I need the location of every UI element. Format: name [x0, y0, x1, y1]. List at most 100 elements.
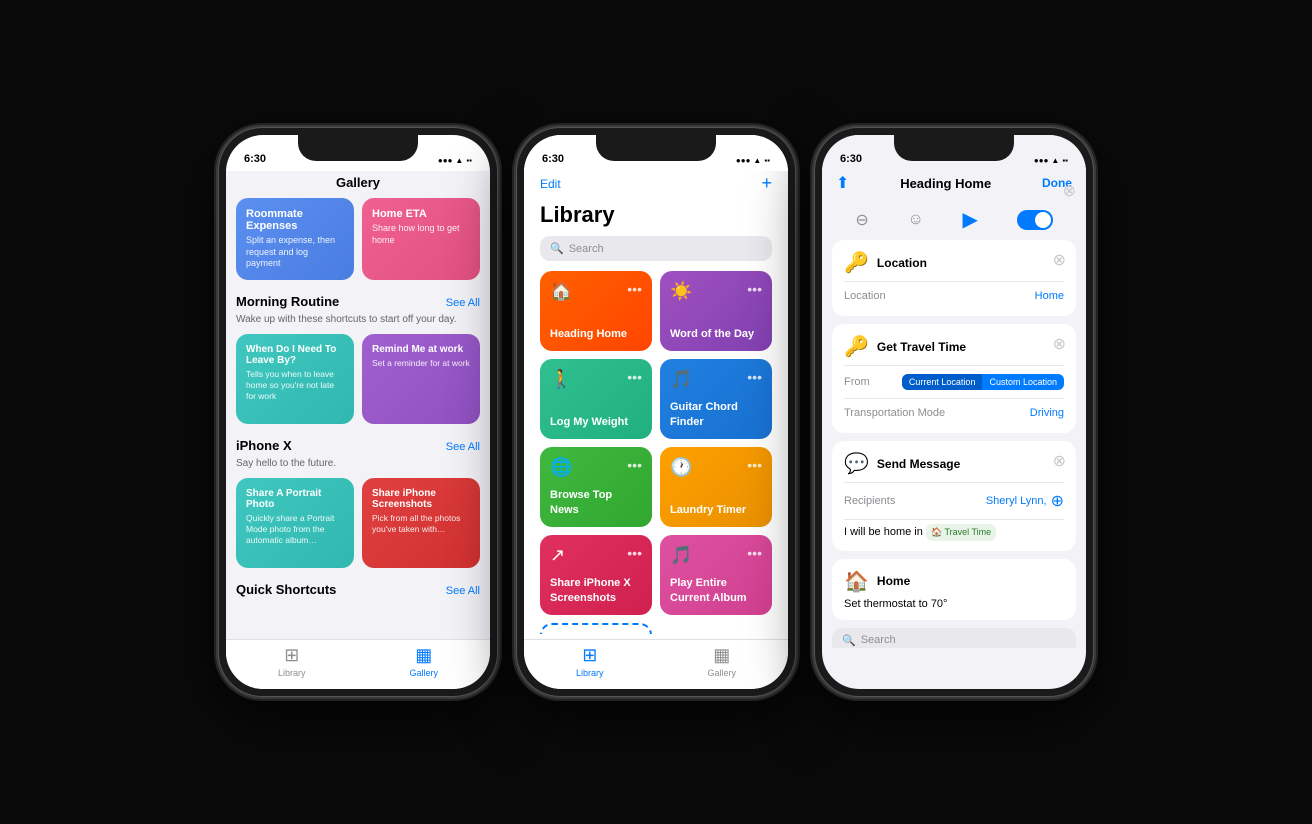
grid-card-guitar-top: 🎵 •••: [670, 369, 762, 390]
grid-card-album[interactable]: 🎵 ••• Play Entire Current Album: [660, 535, 772, 615]
phone3-screen: ⬆ Heading Home Done ⊖ ☺ ▶ 🔑 Location: [822, 171, 1086, 689]
home-action-title: Home: [877, 574, 910, 588]
status-time-2: 6:30: [542, 153, 564, 165]
library-grid: 🏠 ••• Heading Home ☀️ ••• Word of the Da…: [524, 271, 788, 634]
status-icons-1: ●●● ▲ ▪▪: [438, 156, 472, 165]
add-recipient-button[interactable]: ⊕: [1051, 491, 1064, 511]
location-value[interactable]: Home: [1035, 290, 1064, 302]
grid-card-word-of-day[interactable]: ☀️ ••• Word of the Day: [660, 271, 772, 351]
library-title: Library: [524, 202, 788, 236]
smiley-button[interactable]: ☺: [907, 211, 923, 229]
tab-library-1[interactable]: ⊞ Library: [278, 645, 306, 678]
gallery-tab-icon-2: ▦: [713, 645, 730, 666]
gallery-header: Gallery: [226, 171, 490, 198]
grid-card-news[interactable]: 🌐 ••• Browse Top News: [540, 447, 652, 527]
detail-scroll[interactable]: 🔑 Location ⊗ Location Home 🔑: [822, 240, 1086, 648]
grid-card-share-screenshots[interactable]: ↗ ••• Share iPhone X Screenshots: [540, 535, 652, 615]
hero-card-roommate-desc: Split an expense, then request and log p…: [246, 235, 344, 270]
library-search[interactable]: 🔍 Search: [540, 236, 772, 261]
transport-label: Transportation Mode: [844, 407, 945, 419]
grid-card-guitar[interactable]: 🎵 ••• Guitar Chord Finder: [660, 359, 772, 439]
message-action-card: 💬 Send Message ⊗ Recipients Sheryl Lynn,…: [832, 441, 1076, 551]
divider-travel-1: [844, 365, 1064, 366]
location-close-button[interactable]: ⊗: [1053, 250, 1066, 270]
portrait-card-desc: Quickly share a Portrait Mode photo from…: [246, 513, 344, 546]
status-icons-2: ●●● ▲ ▪▪: [736, 156, 770, 165]
grid-card-heading-home[interactable]: 🏠 ••• Heading Home: [540, 271, 652, 351]
share-screenshots-title: Share iPhone X Screenshots: [550, 576, 642, 605]
grid-card-laundry[interactable]: 🕐 ••• Laundry Timer: [660, 447, 772, 527]
recipients-value-container: Sheryl Lynn, ⊕: [986, 491, 1064, 511]
search-icon-3: 🔍: [842, 634, 856, 647]
current-location-btn[interactable]: Current Location: [902, 374, 983, 390]
minus-button[interactable]: ⊖: [855, 210, 868, 230]
share-icon: ↗: [550, 545, 565, 566]
heading-home-title: Heading Home: [550, 327, 642, 341]
laundry-dots[interactable]: •••: [747, 457, 762, 473]
screenshots-card[interactable]: Share iPhone Screenshots Pick from all t…: [362, 478, 480, 568]
recipients-label: Recipients: [844, 495, 895, 507]
library-tab-icon-2: ⊞: [582, 645, 597, 666]
notch2: [596, 135, 716, 161]
gallery-scroll[interactable]: Roommate Expenses Split an expense, then…: [226, 198, 490, 666]
album-icon: 🎵: [670, 545, 692, 566]
morning-routine-header: Morning Routine See All: [236, 294, 480, 309]
guitar-title: Guitar Chord Finder: [670, 400, 762, 429]
signal-icon-2: ●●●: [736, 156, 751, 165]
laundry-icon: 🕐: [670, 457, 692, 478]
play-button[interactable]: ▶: [963, 207, 978, 232]
message-action-icon: 💬: [844, 451, 869, 476]
remind-card[interactable]: Remind Me at work Set a reminder for at …: [362, 334, 480, 424]
iphonex-see-all[interactable]: See All: [446, 441, 480, 453]
share-button[interactable]: ⬆: [836, 173, 849, 193]
phone1-tab-bar: ⊞ Library ▦ Gallery: [226, 639, 490, 689]
recipients-row: Recipients Sheryl Lynn, ⊕: [844, 487, 1064, 515]
travel-time-badge: 🏠 Travel Time: [926, 524, 996, 541]
detail-title: Heading Home: [900, 176, 991, 191]
divider-msg-1: [844, 482, 1064, 483]
library-tab-label-1: Library: [278, 668, 306, 678]
from-row: From Current Location Custom Location: [844, 370, 1064, 394]
weight-dots[interactable]: •••: [627, 369, 642, 385]
location-action-card: 🔑 Location ⊗ Location Home: [832, 240, 1076, 316]
battery-icon-2: ▪▪: [764, 156, 770, 165]
create-shortcut-card[interactable]: Create Shortcut +: [540, 623, 652, 634]
share-dots[interactable]: •••: [627, 545, 642, 561]
phone2-tab-bar: ⊞ Library ▦ Gallery: [524, 639, 788, 689]
travel-close-button[interactable]: ⊗: [1053, 334, 1066, 354]
custom-location-btn[interactable]: Custom Location: [982, 374, 1064, 390]
home-action-desc: Set thermostat to 70°: [844, 598, 1064, 610]
morning-routine-see-all[interactable]: See All: [446, 297, 480, 309]
location-card-header: 🔑 Location ⊗: [844, 250, 1064, 275]
phone3-search[interactable]: 🔍 Search: [832, 628, 1076, 648]
album-dots[interactable]: •••: [747, 545, 762, 561]
location-segmented: Current Location Custom Location: [902, 374, 1064, 390]
grid-card-heading-home-top: 🏠 •••: [550, 281, 642, 302]
grid-card-log-weight[interactable]: 🚶 ••• Log My Weight: [540, 359, 652, 439]
search-placeholder: Search: [569, 243, 604, 255]
recipient-name[interactable]: Sheryl Lynn,: [986, 495, 1047, 507]
grid-card-word-top: ☀️ •••: [670, 281, 762, 302]
tab-gallery-2[interactable]: ▦ Gallery: [707, 645, 736, 678]
word-dots[interactable]: •••: [747, 281, 762, 297]
edit-button[interactable]: Edit: [540, 177, 561, 191]
toggle-switch[interactable]: [1017, 210, 1053, 230]
heading-home-dots[interactable]: •••: [627, 281, 642, 297]
guitar-dots[interactable]: •••: [747, 369, 762, 385]
transport-value[interactable]: Driving: [1030, 407, 1064, 419]
grid-card-news-top: 🌐 •••: [550, 457, 642, 478]
hero-card-roommate[interactable]: Roommate Expenses Split an expense, then…: [236, 198, 354, 280]
tab-gallery-1[interactable]: ▦ Gallery: [409, 645, 438, 678]
quick-shortcuts-see-all[interactable]: See All: [446, 585, 480, 597]
location-row: Location Home: [844, 286, 1064, 306]
add-shortcut-button[interactable]: +: [761, 173, 772, 194]
word-icon: ☀️: [670, 281, 692, 302]
portrait-card[interactable]: Share A Portrait Photo Quickly share a P…: [236, 478, 354, 568]
search-placeholder-3: Search: [861, 634, 896, 646]
leave-card[interactable]: When Do I Need To Leave By? Tells you wh…: [236, 334, 354, 424]
hero-card-home-eta[interactable]: Home ETA Share how long to get home: [362, 198, 480, 280]
news-dots[interactable]: •••: [627, 457, 642, 473]
message-close-button[interactable]: ⊗: [1053, 451, 1066, 471]
status-time-3: 6:30: [840, 153, 862, 165]
tab-library-2[interactable]: ⊞ Library: [576, 645, 604, 678]
